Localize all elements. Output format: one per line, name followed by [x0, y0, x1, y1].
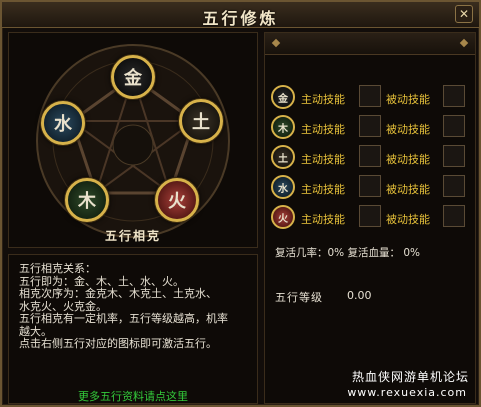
- earth-icon: 土: [192, 112, 210, 133]
- metal-orb-icon[interactable]: 金: [271, 85, 295, 109]
- passive-skill-slot[interactable]: [443, 145, 465, 167]
- metal-element-button[interactable]: 金: [111, 55, 155, 99]
- wheel-caption: 五行相克: [104, 229, 161, 243]
- wood-icon: 木: [78, 191, 96, 212]
- wood-orb-icon[interactable]: 木: [271, 115, 295, 139]
- water-orb-icon[interactable]: 水: [271, 175, 295, 199]
- ornament-icon: [271, 38, 281, 48]
- description-line: 五行相克有一定机率，五行等级越高，机率: [19, 312, 228, 325]
- revive-stats: 复活几率：0% 复活血量： 0%: [275, 247, 420, 259]
- active-skill-label: 主动技能: [301, 153, 345, 166]
- element-level-label: 五行等级: [275, 291, 323, 304]
- fire-orb-icon[interactable]: 火: [271, 205, 295, 229]
- fire-icon: 火: [168, 191, 186, 212]
- skills-panel-header: [265, 33, 475, 55]
- active-skill-label: 主动技能: [301, 123, 345, 136]
- skill-row-fire: 火 主动技能 被动技能: [271, 205, 471, 231]
- passive-skill-label: 被动技能: [386, 123, 430, 136]
- earth-orb-icon[interactable]: 土: [271, 145, 295, 169]
- watermark-url: www.rexuexia.com: [347, 386, 467, 399]
- passive-skill-slot[interactable]: [443, 115, 465, 137]
- description-panel: 五行相克关系： 五行即为：金、木、土、水、火。 相克次序为：金克木、木克土、土克…: [8, 254, 258, 404]
- description-line: 五行相克关系：: [19, 262, 96, 275]
- skill-row-water: 水 主动技能 被动技能: [271, 175, 471, 201]
- water-icon: 水: [54, 114, 72, 135]
- active-skill-label: 主动技能: [301, 213, 345, 226]
- description-line: 点击右侧五行对应的图标即可激活五行。: [19, 337, 217, 350]
- water-element-button[interactable]: 水: [41, 101, 85, 145]
- passive-skill-label: 被动技能: [386, 153, 430, 166]
- active-skill-slot[interactable]: [359, 205, 381, 227]
- five-elements-window: 五行修炼 ✕ 金 土 水 木 火 五行相克 五行相克关系： 五行即为：金、木、土…: [0, 0, 481, 407]
- active-skill-slot[interactable]: [359, 85, 381, 107]
- active-skill-label: 主动技能: [301, 183, 345, 196]
- window-title: 五行修炼: [202, 9, 279, 28]
- passive-skill-label: 被动技能: [386, 93, 430, 106]
- active-skill-slot[interactable]: [359, 145, 381, 167]
- wood-element-button[interactable]: 木: [65, 178, 109, 222]
- skill-row-wood: 木 主动技能 被动技能: [271, 115, 471, 141]
- ornament-icon: [459, 38, 469, 48]
- earth-element-button[interactable]: 土: [179, 99, 223, 143]
- passive-skill-label: 被动技能: [386, 213, 430, 226]
- passive-skill-slot[interactable]: [443, 85, 465, 107]
- close-button[interactable]: ✕: [455, 5, 473, 23]
- passive-skill-slot[interactable]: [443, 175, 465, 197]
- more-info-link[interactable]: 更多五行资料请点这里: [9, 388, 257, 404]
- skills-panel: 金 主动技能 被动技能 木 主动技能 被动技能 土 主动技能 被动技能 水 主动…: [264, 32, 476, 404]
- active-skill-slot[interactable]: [359, 175, 381, 197]
- element-level-value: 0.00: [347, 289, 372, 302]
- skill-row-metal: 金 主动技能 被动技能: [271, 85, 471, 111]
- metal-icon: 金: [124, 68, 142, 89]
- elements-wheel-panel: 金 土 水 木 火 五行相克: [8, 32, 258, 248]
- passive-skill-label: 被动技能: [386, 183, 430, 196]
- active-skill-label: 主动技能: [301, 93, 345, 106]
- description-line: 相克次序为：金克木、木克土、土克水、: [19, 287, 217, 300]
- description-text: 五行相克关系： 五行即为：金、木、土、水、火。 相克次序为：金克木、木克土、土克…: [19, 262, 251, 351]
- fire-element-button[interactable]: 火: [155, 178, 199, 222]
- watermark-text: 热血侠网游单机论坛: [351, 370, 469, 384]
- skill-row-earth: 土 主动技能 被动技能: [271, 145, 471, 171]
- titlebar: 五行修炼 ✕: [2, 2, 479, 28]
- active-skill-slot[interactable]: [359, 115, 381, 137]
- passive-skill-slot[interactable]: [443, 205, 465, 227]
